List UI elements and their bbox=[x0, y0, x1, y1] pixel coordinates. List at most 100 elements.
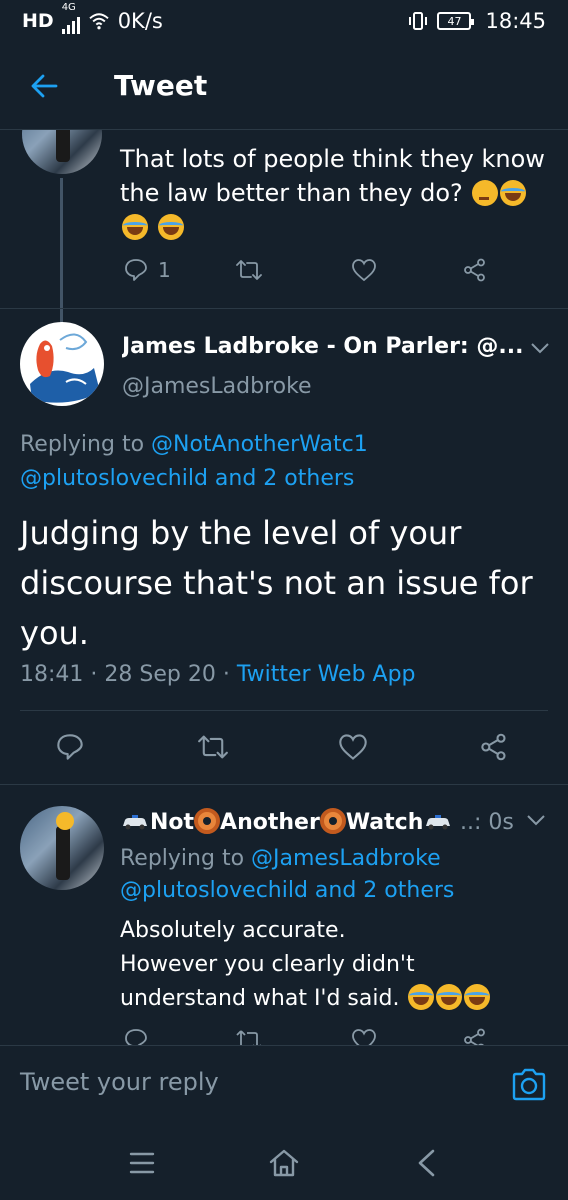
vibrate-icon bbox=[409, 12, 428, 30]
back-button[interactable] bbox=[14, 56, 74, 116]
reply-icon bbox=[125, 259, 147, 281]
tweet-time: ..: 0s bbox=[460, 810, 514, 835]
tweet-actions: 1 bbox=[124, 258, 487, 282]
tweet-text: That lots of people think they know the … bbox=[120, 142, 550, 244]
network-type: 4G bbox=[61, 2, 76, 13]
replying-user-link[interactable]: @JamesLadbroke bbox=[251, 846, 441, 871]
reply-composer: Tweet your reply bbox=[0, 1045, 568, 1125]
avatar[interactable] bbox=[22, 130, 102, 174]
meta-separator: · bbox=[90, 662, 105, 687]
replying-others-link[interactable]: @plutoslovechild and 2 others bbox=[120, 874, 454, 908]
wifi-icon bbox=[89, 13, 109, 30]
tweet-line: Absolutely accurate. bbox=[120, 918, 346, 943]
tweet-body: Judging by the level of your discourse t… bbox=[20, 514, 533, 652]
divider bbox=[0, 784, 568, 785]
author-handle[interactable]: @JamesLadbroke bbox=[122, 370, 312, 404]
author-name-part: Not bbox=[150, 810, 195, 835]
like-button[interactable] bbox=[351, 258, 463, 282]
reply-input[interactable]: Tweet your reply bbox=[20, 1068, 219, 1096]
camera-icon[interactable] bbox=[510, 1066, 548, 1104]
system-nav-bar bbox=[0, 1125, 568, 1200]
tweet-line-text: understand what I'd said. bbox=[120, 986, 400, 1011]
reply-icon bbox=[125, 1029, 147, 1045]
donut-icon bbox=[194, 808, 221, 834]
author-name-part: Watch bbox=[345, 810, 424, 835]
tweet-date: 28 Sep 20 bbox=[104, 662, 216, 687]
home-button[interactable] bbox=[264, 1143, 304, 1183]
network-speed: 0K/s bbox=[117, 9, 163, 33]
retweet-icon bbox=[198, 735, 228, 759]
heart-icon bbox=[352, 1029, 376, 1045]
author-name-part: Another bbox=[220, 810, 320, 835]
tweet-line: However you clearly didn't bbox=[120, 952, 415, 977]
reply-button[interactable] bbox=[56, 733, 198, 761]
avatar[interactable] bbox=[20, 806, 104, 890]
replying-user-link[interactable]: @NotAnotherWatc1 bbox=[151, 432, 368, 457]
cartoon-avatar-icon bbox=[30, 333, 100, 403]
thinking-face-icon bbox=[472, 180, 499, 206]
replying-others-link[interactable]: @plutoslovechild and 2 others bbox=[20, 462, 354, 496]
share-icon bbox=[464, 258, 485, 282]
share-icon bbox=[464, 1028, 485, 1045]
share-button[interactable] bbox=[463, 258, 487, 282]
battery-icon: 47 bbox=[437, 12, 475, 30]
replying-label: Replying to bbox=[20, 432, 145, 457]
laughing-tears-icon bbox=[408, 984, 435, 1010]
tweet-actions bbox=[56, 733, 508, 761]
replying-to: Replying to @NotAnotherWatc1 bbox=[20, 428, 550, 462]
home-icon bbox=[269, 1149, 299, 1177]
meta-separator: · bbox=[222, 662, 237, 687]
reply-button[interactable]: 1 bbox=[124, 258, 236, 282]
share-icon bbox=[481, 733, 506, 761]
back-chevron-icon bbox=[418, 1149, 435, 1177]
author-name[interactable]: James Ladbroke - On Parler: @... bbox=[122, 330, 522, 364]
like-button[interactable] bbox=[338, 733, 480, 761]
laughing-tears-icon bbox=[122, 214, 148, 240]
tweet-line: understand what I'd said. bbox=[120, 982, 550, 1016]
author-name[interactable]: Not Another Watch bbox=[120, 806, 453, 840]
heart-icon bbox=[339, 734, 367, 760]
tweet-actions bbox=[124, 1028, 487, 1045]
chevron-down-icon[interactable] bbox=[526, 814, 546, 826]
retweet-icon bbox=[236, 260, 262, 280]
retweet-button[interactable] bbox=[198, 733, 338, 761]
divider bbox=[20, 710, 548, 711]
laughing-tears-icon bbox=[464, 984, 491, 1010]
share-button[interactable] bbox=[463, 1028, 487, 1045]
reply-button[interactable] bbox=[124, 1028, 236, 1045]
share-button[interactable] bbox=[480, 733, 508, 761]
reply-icon bbox=[57, 734, 83, 760]
top-app-bar: Tweet bbox=[0, 42, 568, 130]
laughing-tears-icon bbox=[500, 180, 527, 206]
back-arrow-icon bbox=[31, 74, 58, 97]
chevron-down-icon[interactable] bbox=[530, 342, 550, 354]
divider bbox=[0, 308, 568, 309]
police-car-icon bbox=[426, 815, 451, 830]
battery-level: 47 bbox=[447, 14, 462, 28]
laughing-tears-icon bbox=[157, 214, 184, 240]
reply-count: 1 bbox=[158, 258, 171, 282]
avatar[interactable] bbox=[20, 322, 104, 406]
menu-icon bbox=[129, 1152, 155, 1174]
hd-indicator: HD bbox=[22, 10, 54, 32]
signal-icon: 4G bbox=[61, 2, 80, 34]
like-button[interactable] bbox=[351, 1028, 463, 1045]
menu-button[interactable] bbox=[122, 1143, 162, 1183]
status-bar: HD 4G 0K/s 47 18:45 bbox=[0, 0, 568, 42]
laughing-tears-icon bbox=[436, 984, 463, 1010]
tweet-thread[interactable]: That lots of people think they know the … bbox=[0, 130, 568, 1045]
tweet-source-link[interactable]: Twitter Web App bbox=[237, 662, 416, 687]
clock: 18:45 bbox=[485, 9, 546, 33]
replying-label: Replying to bbox=[120, 846, 245, 871]
retweet-button[interactable] bbox=[236, 1028, 351, 1045]
back-nav-button[interactable] bbox=[406, 1143, 446, 1183]
tweet-body: Absolutely accurate. However you clearly… bbox=[120, 914, 550, 1016]
donut-icon bbox=[319, 808, 346, 834]
heart-icon bbox=[352, 259, 376, 282]
tweet-time: 18:41 bbox=[20, 662, 84, 687]
replying-to: Replying to @JamesLadbroke bbox=[120, 842, 441, 876]
tweet-meta: 18:41 · 28 Sep 20 · Twitter Web App bbox=[20, 658, 416, 692]
retweet-button[interactable] bbox=[236, 258, 351, 282]
retweet-icon bbox=[236, 1030, 261, 1045]
police-car-icon bbox=[123, 815, 147, 830]
